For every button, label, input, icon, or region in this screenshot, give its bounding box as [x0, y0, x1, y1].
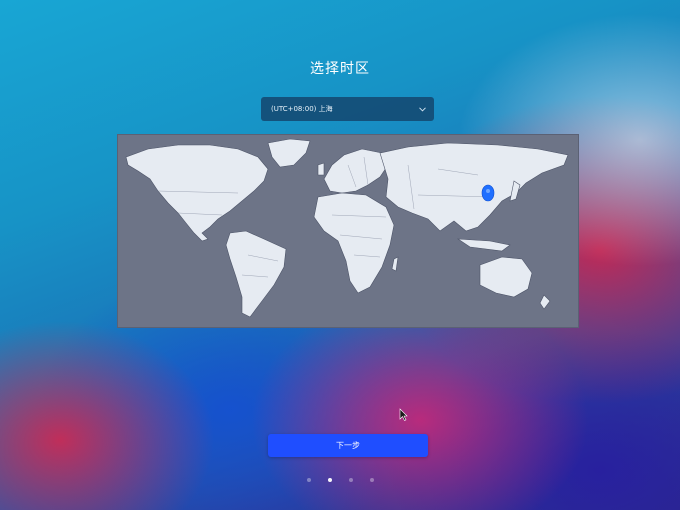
step-dot: [348, 478, 353, 482]
chevron-down-icon: [418, 105, 426, 113]
land-europe: [323, 148, 389, 194]
mouse-cursor-icon: [399, 406, 408, 425]
land-africa: [313, 192, 395, 294]
timezone-select[interactable]: (UTC+08:00) 上海: [261, 97, 434, 121]
step-indicator: [0, 478, 680, 482]
land-south-america: [225, 230, 287, 318]
next-button[interactable]: 下一步: [268, 434, 428, 457]
timezone-select-value: (UTC+08:00) 上海: [271, 105, 333, 113]
step-dot: [369, 478, 374, 482]
land-greenland: [267, 138, 311, 168]
step-dot: [306, 478, 311, 482]
land-madagascar: [391, 256, 399, 272]
world-map[interactable]: [117, 134, 579, 328]
map-pin-icon: [481, 184, 495, 202]
land-north-america: [125, 144, 269, 242]
step-dot-active: [327, 478, 332, 482]
land-asia: [379, 142, 569, 232]
page-title: 选择时区: [310, 61, 370, 77]
land-new-zealand: [539, 294, 551, 310]
land-indonesia: [456, 238, 511, 252]
continents: [125, 138, 569, 318]
land-uk: [317, 162, 325, 176]
land-australia: [479, 256, 533, 298]
setup-screen: 选择时区 (UTC+08:00) 上海 下一步: [0, 0, 680, 510]
